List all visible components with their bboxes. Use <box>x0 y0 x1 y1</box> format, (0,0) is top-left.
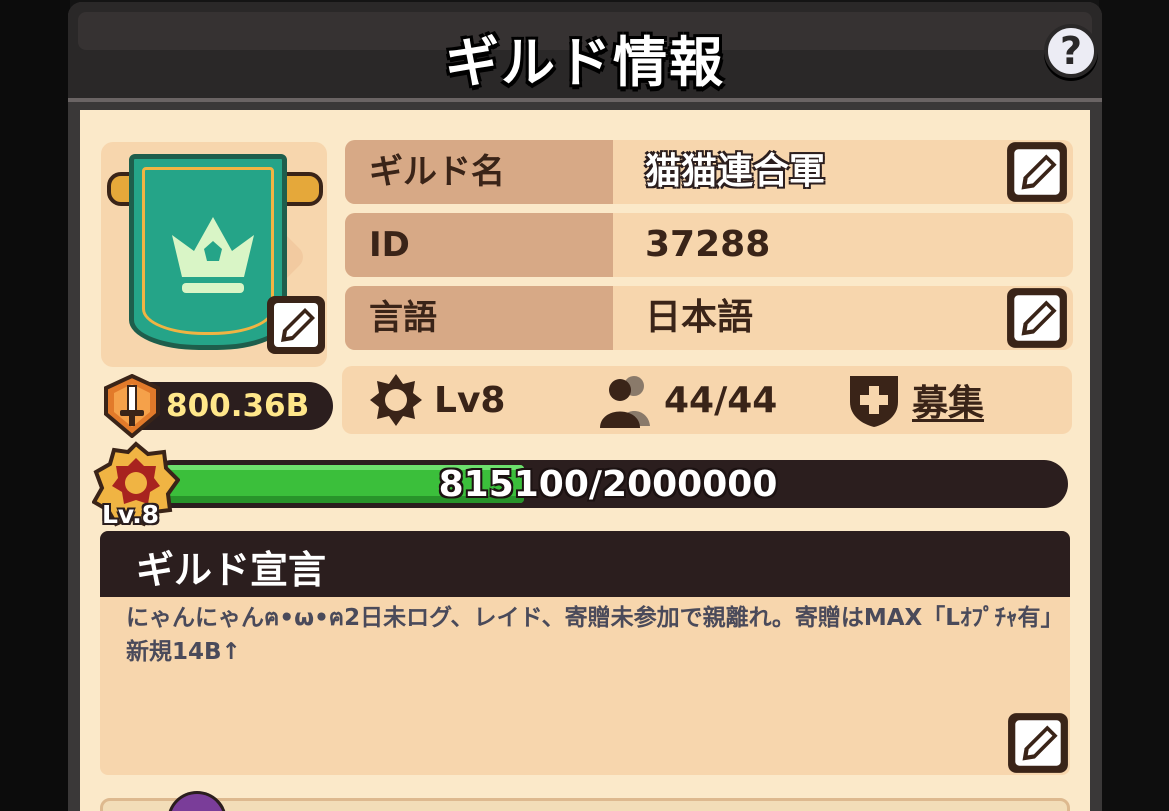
declaration-header: ギルド宣言 <box>100 531 1070 597</box>
guild-language-value: 日本語 <box>645 297 754 338</box>
guild-name-label: ギルド名 <box>345 140 613 204</box>
guild-language-label: 言語 <box>345 286 613 350</box>
guild-declaration: ギルド宣言 にゃんにゃんฅ•ω•ฅ2日未ログ、レイド、寄贈未参加で親離れ。寄贈は… <box>100 531 1070 775</box>
declaration-text: にゃんにゃんฅ•ω•ฅ2日未ログ、レイド、寄贈未参加で親離れ。寄贈はMAX「Lｵ… <box>126 605 1052 665</box>
guild-id-row: ID 37288 <box>345 213 1073 277</box>
edit-name-button[interactable] <box>1005 140 1069 204</box>
guild-level-stat: Lv8 <box>368 366 505 434</box>
members-icon <box>600 376 650 428</box>
guild-members-stat: 44/44 <box>598 366 777 434</box>
level-gear-icon <box>370 374 422 426</box>
guild-name-row: ギルド名 猫猫連合軍 <box>345 140 1073 204</box>
edit-emblem-button[interactable] <box>265 294 327 356</box>
recruit-link[interactable]: 募集 <box>846 366 984 434</box>
panel-title: ギルド情報 <box>445 31 725 94</box>
guild-xp-bar: 815100/2000000 <box>148 460 1068 508</box>
next-section <box>100 791 1070 811</box>
guild-id-value: 37288 <box>645 224 771 265</box>
declaration-title: ギルド宣言 <box>136 548 327 592</box>
guild-language-row: 言語 日本語 <box>345 286 1073 350</box>
edit-language-button[interactable] <box>1005 286 1069 350</box>
purple-emblem-icon <box>167 791 227 811</box>
guild-emblem <box>101 142 327 367</box>
guild-banner <box>129 154 287 350</box>
guild-info-panel: ギルド情報 ? 800.36B ギルド名 猫猫連合軍 ID 37288 言語 日… <box>68 2 1102 811</box>
background-left <box>0 0 70 811</box>
guild-power: 800.36B <box>104 374 333 438</box>
guild-xp-text: 815100/2000000 <box>438 464 778 505</box>
panel-content: 800.36B ギルド名 猫猫連合軍 ID 37288 言語 日本語 Lv8 4… <box>80 110 1090 811</box>
help-button[interactable]: ? <box>1044 24 1098 78</box>
crown-icon <box>172 217 254 293</box>
background-right <box>1099 0 1169 811</box>
help-icon: ? <box>1059 29 1083 73</box>
recruit-label: 募集 <box>912 383 985 424</box>
title-bar: ギルド情報 ? <box>68 2 1102 102</box>
guild-name-value: 猫猫連合軍 <box>645 151 826 192</box>
guild-members-value: 44/44 <box>664 379 778 421</box>
shield-plus-icon <box>850 376 898 427</box>
sword-shield-icon <box>104 374 160 438</box>
guild-level-value: Lv8 <box>434 379 506 421</box>
guild-id-label: ID <box>345 213 613 277</box>
guild-stats-row: Lv8 44/44 募集 <box>342 366 1072 434</box>
guild-power-value: 800.36B <box>166 388 310 424</box>
guild-level-badge: Lv.8 <box>102 500 160 529</box>
edit-declaration-button[interactable] <box>1006 711 1070 775</box>
